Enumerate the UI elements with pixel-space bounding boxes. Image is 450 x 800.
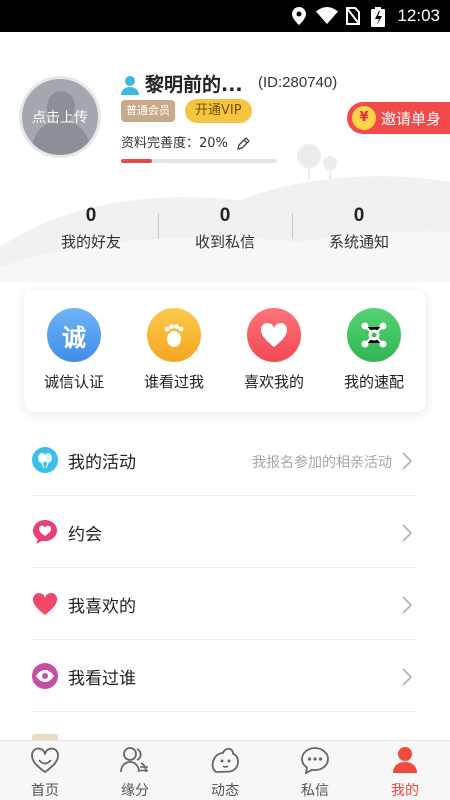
edit-pencil-icon: [237, 136, 250, 150]
stat-value: 0: [219, 205, 231, 226]
quick-action-label: 诚信认证: [43, 373, 104, 391]
menu-list: 我的活动 我报名参加的相亲活动 约会 我喜欢的 我看过谁: [32, 424, 416, 784]
tab-fate[interactable]: 缘分: [90, 746, 180, 800]
no-sim-icon: [346, 7, 360, 25]
avatar-upload[interactable]: 点击上传: [19, 76, 101, 158]
chevron-right-icon: [402, 668, 412, 686]
activity-balloon-icon: [32, 447, 58, 473]
stat-label: 我的好友: [60, 233, 121, 251]
footprint-icon: [147, 308, 201, 362]
tab-label: 首页: [31, 783, 59, 799]
integrity-icon: 诚: [47, 308, 101, 362]
menu-item-who-i-viewed[interactable]: 我看过谁: [32, 640, 416, 712]
user-id: (ID:280740): [258, 74, 338, 91]
tab-mine[interactable]: 我的: [360, 746, 450, 800]
heart-icon: [247, 308, 301, 362]
status-bar: 12:03: [0, 0, 450, 32]
stats-row: 0 我的好友 0 收到私信 0 系统通知: [0, 205, 450, 265]
moments-icon: [211, 747, 239, 773]
stat-value: 0: [85, 205, 97, 226]
quick-action-label: 谁看过我: [143, 373, 204, 391]
heart-icon: [32, 592, 58, 615]
menu-item-label: 我的活动: [68, 453, 136, 473]
integrity-icon-glyph: 诚: [62, 323, 86, 352]
quick-action-match[interactable]: 我的速配: [324, 308, 424, 392]
tab-messages[interactable]: 私信: [270, 746, 360, 800]
tab-label: 我的: [391, 783, 419, 799]
tab-label: 私信: [301, 783, 329, 799]
quick-action-integrity[interactable]: 诚 诚信认证: [24, 308, 124, 392]
location-icon: [292, 7, 306, 25]
profile-completion[interactable]: 资料完善度：20%: [121, 132, 250, 151]
chevron-right-icon: [402, 452, 412, 470]
menu-item-label: 我喜欢的: [68, 597, 136, 617]
quick-action-visitors[interactable]: 谁看过我: [124, 308, 224, 392]
people-icon: [120, 747, 148, 773]
chevron-right-icon: [402, 524, 412, 542]
member-badge: 普通会员: [121, 100, 175, 122]
clock: 12:03: [397, 6, 440, 25]
invite-singles-button[interactable]: ¥ 邀请单身: [347, 102, 450, 134]
date-chat-heart-icon: [33, 520, 57, 544]
stat-label: 收到私信: [194, 233, 255, 251]
tab-home[interactable]: 首页: [0, 746, 90, 800]
stat-value: 0: [353, 205, 365, 226]
menu-item-i-like[interactable]: 我喜欢的: [32, 568, 416, 640]
menu-item-hint: 我报名参加的相亲活动: [252, 455, 392, 471]
stat-notifications[interactable]: 0 系统通知: [292, 205, 426, 252]
user-icon: [121, 76, 139, 95]
tab-label: 动态: [211, 783, 239, 799]
tab-label: 缘分: [121, 783, 149, 799]
avatar-upload-label: 点击上传: [32, 110, 88, 126]
menu-item-my-activities[interactable]: 我的活动 我报名参加的相亲活动: [32, 424, 416, 496]
eye-icon: [32, 663, 58, 689]
stat-label: 系统通知: [328, 233, 389, 251]
profile-completion-text: 资料完善度：20%: [121, 136, 228, 151]
bottom-tab-bar: 首页 缘分 动态 私信 我的: [0, 740, 450, 800]
profile-icon: [393, 747, 417, 773]
quick-action-label: 喜欢我的: [243, 373, 304, 391]
tab-moments[interactable]: 动态: [180, 746, 270, 800]
profile-completion-fill: [121, 159, 153, 163]
battery-icon: [371, 7, 385, 27]
divider: [292, 213, 293, 239]
divider: [158, 213, 159, 239]
match-icon: [347, 308, 401, 362]
yuan-coin-icon: ¥: [352, 106, 376, 130]
message-icon: [301, 747, 329, 775]
menu-item-dates[interactable]: 约会: [32, 496, 416, 568]
invite-singles-label: 邀请单身: [381, 110, 442, 128]
menu-item-label: 我看过谁: [68, 669, 136, 689]
stat-friends[interactable]: 0 我的好友: [24, 205, 158, 252]
open-vip-button[interactable]: 开通VIP: [185, 99, 252, 123]
wifi-icon: [316, 7, 338, 24]
quick-actions-card: 诚 诚信认证 谁看过我 喜欢我的 我的速配: [24, 290, 426, 412]
quick-action-label: 我的速配: [343, 373, 404, 391]
chevron-right-icon: [402, 596, 412, 614]
nickname[interactable]: 黎明前的...: [145, 70, 243, 97]
stat-messages[interactable]: 0 收到私信: [158, 205, 292, 252]
menu-item-label: 约会: [68, 525, 102, 545]
home-heart-icon: [31, 747, 59, 774]
quick-action-likes-me[interactable]: 喜欢我的: [224, 308, 324, 392]
profile-completion-progress: [121, 159, 277, 163]
